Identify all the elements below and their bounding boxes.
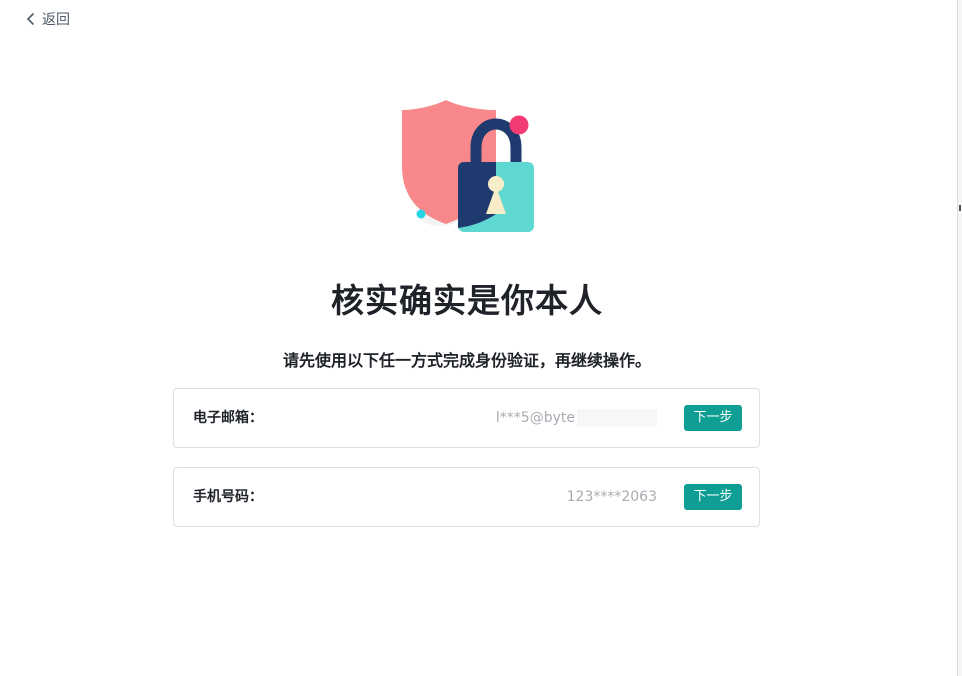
shield-lock-icon (398, 96, 538, 236)
page-subtitle: 请先使用以下任一方式完成身份验证，再继续操作。 (282, 351, 651, 370)
email-label: 电子邮箱： (193, 410, 263, 426)
email-masked-text: l***5@byte (495, 410, 575, 426)
page-title: 核实确实是你本人 (331, 281, 603, 320)
verify-identity-page: 返回 核实确实是你本人 请先使用以下任一方式完成身份验证，再继续操作。 电子邮箱… (0, 0, 962, 676)
phone-next-button[interactable]: 下一步 (684, 484, 742, 510)
verify-option-phone: 手机号码： 123****2063 下一步 (173, 467, 760, 527)
email-value: l***5@byte (495, 389, 657, 447)
email-next-button[interactable]: 下一步 (684, 405, 742, 431)
phone-value: 123****2063 (566, 489, 657, 505)
phone-label: 手机号码： (193, 489, 263, 505)
back-label: 返回 (42, 12, 70, 28)
back-button[interactable]: 返回 (26, 9, 70, 29)
scrollbar-marker (959, 205, 961, 211)
email-obscured-tail (577, 409, 657, 427)
chevron-left-icon (26, 13, 36, 25)
window-edge-scrollbar[interactable] (957, 0, 962, 676)
verify-option-email: 电子邮箱： l***5@byte 下一步 (173, 388, 760, 448)
